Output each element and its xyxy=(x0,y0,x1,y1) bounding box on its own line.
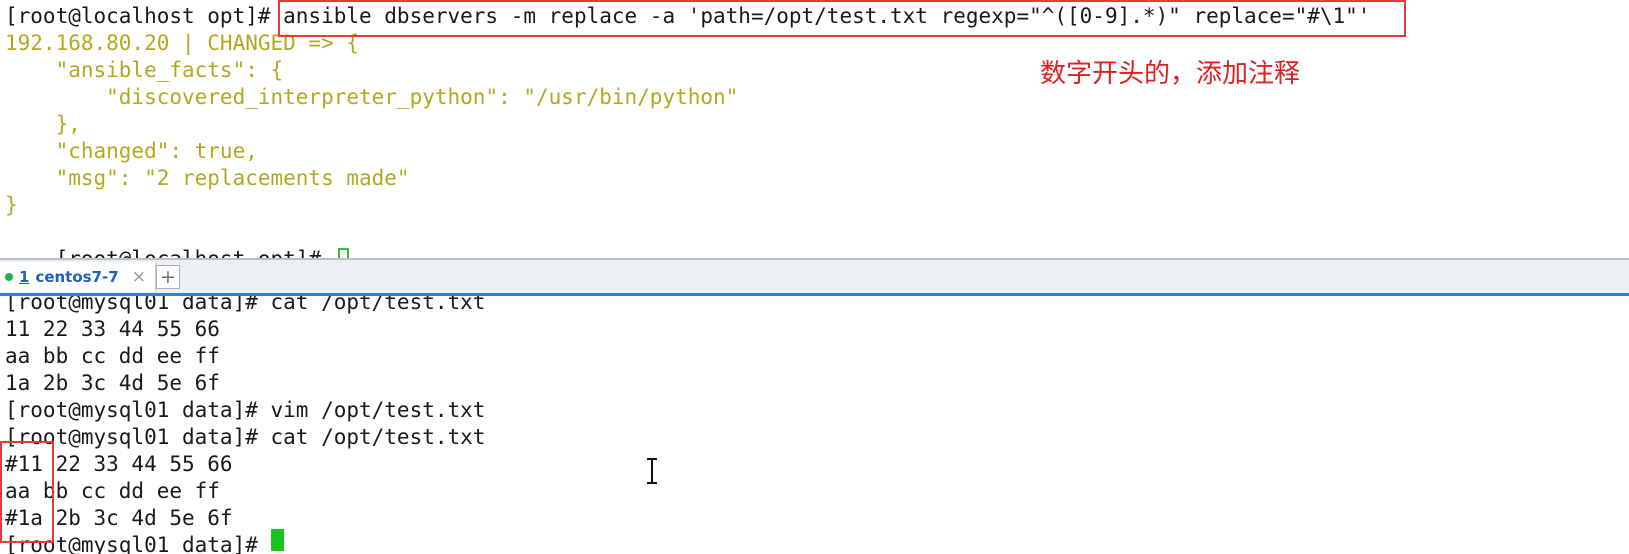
terminal-line-vim: [root@mysql01 data]# vim /opt/test.txt xyxy=(5,398,486,422)
tab-label: centos7-7 xyxy=(35,268,119,286)
terminal-cursor xyxy=(337,248,349,258)
text-cursor-icon xyxy=(647,458,657,484)
file-line-2: aa bb cc dd ee ff xyxy=(5,344,220,368)
terminal-cursor xyxy=(271,529,284,551)
terminal-line-ansible-facts: "ansible_facts": { xyxy=(5,58,284,82)
tab-number: 1 xyxy=(19,268,30,286)
connection-status-icon xyxy=(5,273,13,281)
tab-centos7-7[interactable]: 1 centos7-7 × xyxy=(0,262,156,292)
terminal-line-result-close: } xyxy=(5,193,18,217)
terminal-prompt-line: [root@localhost opt]# xyxy=(5,219,349,258)
terminal-line-python-path: "discovered_interpreter_python": "/usr/b… xyxy=(5,85,739,109)
top-terminal-pane[interactable]: [root@localhost opt]# ansible dbservers … xyxy=(0,0,1629,258)
bottom-terminal-pane[interactable]: [root@mysql01 data]# cat /opt/test.txt 1… xyxy=(0,296,1629,554)
terminal-line-cat-1: [root@mysql01 data]# cat /opt/test.txt xyxy=(5,296,486,314)
close-icon[interactable]: × xyxy=(132,267,146,287)
terminal-prompt: [root@localhost opt]# xyxy=(56,247,334,258)
terminal-line-msg: "msg": "2 replacements made" xyxy=(5,166,410,190)
terminal-line-cat-2: [root@mysql01 data]# cat /opt/test.txt xyxy=(5,425,486,449)
terminal-line-changed: "changed": true, xyxy=(5,139,258,163)
command-highlight-box xyxy=(278,0,1406,37)
session-tab-bar: 1 centos7-7 × + xyxy=(0,258,1629,296)
add-tab-button[interactable]: + xyxy=(156,265,180,289)
file-line-3: 1a 2b 3c 4d 5e 6f xyxy=(5,371,220,395)
comment-highlight-box xyxy=(0,441,54,543)
terminal-line-facts-close: }, xyxy=(5,112,81,136)
file-line-1: 11 22 33 44 55 66 xyxy=(5,317,220,341)
annotation-note: 数字开头的，添加注释 xyxy=(1040,59,1301,89)
